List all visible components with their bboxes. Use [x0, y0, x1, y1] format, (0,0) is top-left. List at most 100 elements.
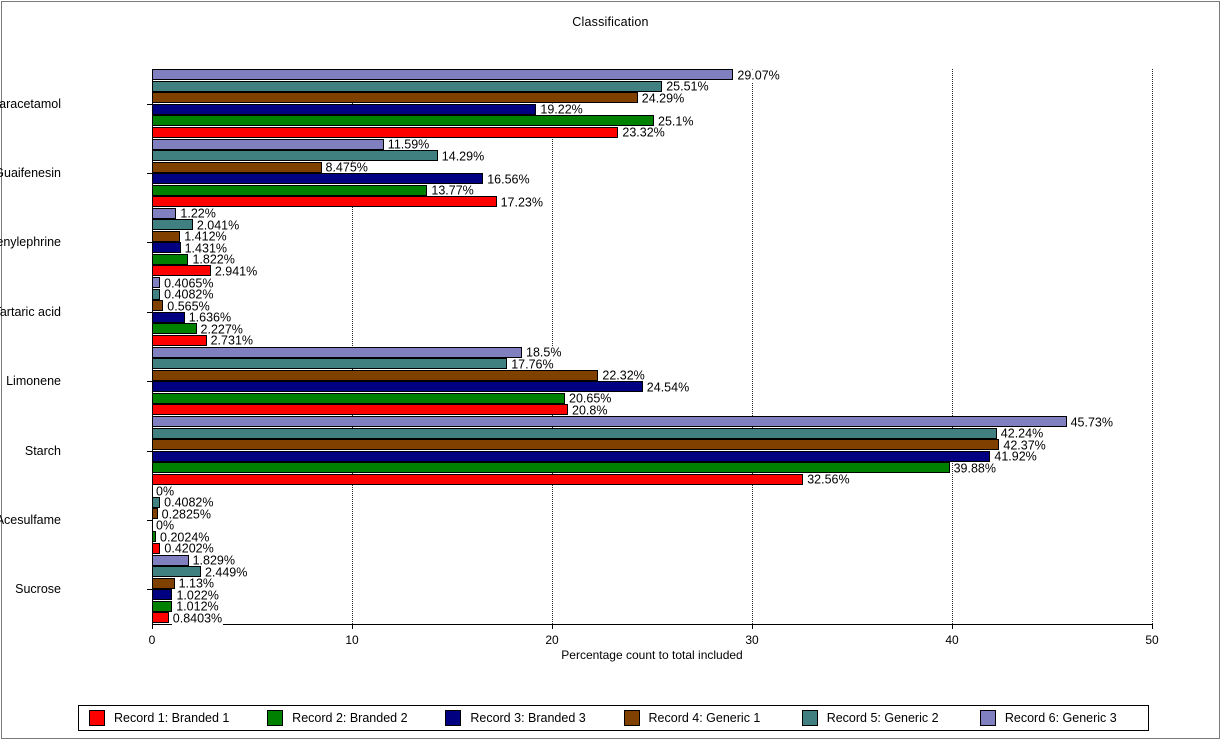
legend-label: Record 4: Generic 1: [648, 711, 761, 725]
bar[interactable]: [152, 542, 161, 554]
bar[interactable]: [152, 103, 537, 115]
bar[interactable]: [152, 381, 643, 393]
y-tick: [147, 381, 152, 383]
bar[interactable]: [152, 230, 181, 242]
category-label: Starch: [24, 443, 61, 458]
category-label: Paracetamol: [0, 96, 61, 111]
bar[interactable]: [152, 346, 522, 358]
category-label: Limonene: [6, 374, 61, 389]
x-tick: [352, 624, 353, 629]
legend-swatch-icon: [89, 710, 105, 726]
bar[interactable]: [152, 554, 189, 566]
gridline: [752, 69, 753, 624]
bar[interactable]: [152, 439, 1000, 451]
bar[interactable]: [152, 161, 322, 173]
bar[interactable]: [152, 450, 991, 462]
x-tick-label: 30: [745, 633, 759, 647]
bar[interactable]: [152, 196, 497, 208]
legend-swatch-icon: [623, 710, 640, 726]
bar[interactable]: [152, 184, 428, 196]
bar[interactable]: [152, 173, 484, 185]
bar[interactable]: [152, 277, 161, 289]
legend-label: Record 2: Branded 2: [292, 711, 408, 725]
bar[interactable]: [152, 219, 193, 231]
bar-value-label: 24.54%: [645, 380, 691, 395]
legend-item[interactable]: Record 3: Branded 3: [435, 710, 613, 726]
y-tick: [147, 242, 152, 244]
bar[interactable]: [152, 92, 638, 104]
bar[interactable]: [152, 369, 599, 381]
x-tick: [752, 624, 753, 629]
legend-swatch-icon: [979, 710, 996, 726]
x-tick-label: 40: [945, 633, 959, 647]
bar-value-label: 0.8403%: [171, 611, 224, 626]
y-tick: [147, 173, 152, 175]
chart-title: Classification: [572, 15, 649, 29]
bar[interactable]: [152, 242, 181, 254]
category-label: Tartaric acid: [0, 304, 61, 319]
bar[interactable]: [152, 80, 663, 92]
bar[interactable]: [152, 404, 568, 416]
bar[interactable]: [152, 265, 211, 277]
bar[interactable]: [152, 600, 173, 612]
bar[interactable]: [152, 300, 164, 312]
category-label: Phenylephrine: [0, 235, 61, 250]
bar[interactable]: [152, 253, 189, 265]
bar[interactable]: [152, 126, 619, 138]
bar[interactable]: [152, 566, 201, 578]
legend-swatch-icon: [445, 710, 462, 726]
bar[interactable]: [152, 69, 734, 81]
bar[interactable]: [152, 589, 173, 601]
bar-value-label: 29.07%: [736, 68, 781, 83]
bar[interactable]: [152, 150, 438, 162]
bar[interactable]: [152, 416, 1067, 428]
y-tick: [147, 589, 152, 591]
bar-value-label: 32.56%: [806, 472, 851, 487]
x-axis-line: [152, 624, 1153, 625]
bar[interactable]: [152, 427, 997, 439]
plot-area: 0 10 20 30 40 50 29.07% 25.51% 24.29% 19.22% 25.1…: [147, 68, 1159, 662]
legend-item[interactable]: Record 1: Branded 1: [79, 710, 257, 726]
bar[interactable]: [152, 473, 804, 485]
legend-item[interactable]: Record 5: Generic 2: [792, 710, 970, 726]
bar-value-label: 39.88%: [952, 461, 997, 476]
legend-item[interactable]: Record 4: Generic 1: [614, 710, 792, 726]
y-tick: [147, 311, 152, 313]
category-label: Acesulfame: [0, 512, 61, 527]
bar-value-label: 14.29%: [440, 149, 486, 164]
bar-value-label: 17.23%: [499, 195, 544, 210]
bar[interactable]: [152, 577, 175, 589]
x-tick-label: 50: [1145, 633, 1159, 647]
bar[interactable]: [152, 288, 161, 300]
bar[interactable]: [152, 323, 197, 335]
bar[interactable]: [152, 508, 158, 520]
bar[interactable]: [152, 138, 384, 150]
chart-legend: Record 1: Branded 1 Record 2: Branded 2 Re…: [78, 705, 1149, 731]
x-axis-title: Percentage count to total included: [561, 648, 743, 662]
bar[interactable]: [152, 462, 950, 474]
bar[interactable]: [152, 207, 177, 219]
category-label: Sucrose: [15, 582, 61, 597]
legend-item[interactable]: Record 6: Generic 3: [970, 710, 1148, 726]
bar[interactable]: [152, 496, 161, 508]
bar-value-label: 24.29%: [640, 91, 686, 106]
bar[interactable]: [152, 311, 185, 323]
bar-value-label: 2.941%: [213, 264, 259, 279]
bar[interactable]: [152, 531, 157, 543]
gridline: [952, 69, 953, 624]
x-tick: [1152, 624, 1153, 629]
bar[interactable]: [152, 612, 169, 624]
bar[interactable]: [152, 358, 508, 370]
bar-value-label: 41.92%: [993, 449, 1038, 464]
x-tick-label: 0: [148, 633, 156, 647]
legend-item[interactable]: Record 2: Branded 2: [257, 710, 435, 726]
bar[interactable]: [152, 334, 207, 346]
x-tick: [952, 624, 953, 629]
chart-frame: Classification 0 10 20 30 40 50 29.07% 25.51% 2…: [0, 1, 1220, 739]
bar[interactable]: [152, 115, 654, 127]
x-tick: [152, 624, 153, 629]
bar[interactable]: [152, 392, 565, 404]
x-tick-label: 10: [345, 633, 359, 647]
bar-value-label: 16.56%: [486, 172, 531, 187]
x-tick-label: 20: [545, 633, 559, 647]
